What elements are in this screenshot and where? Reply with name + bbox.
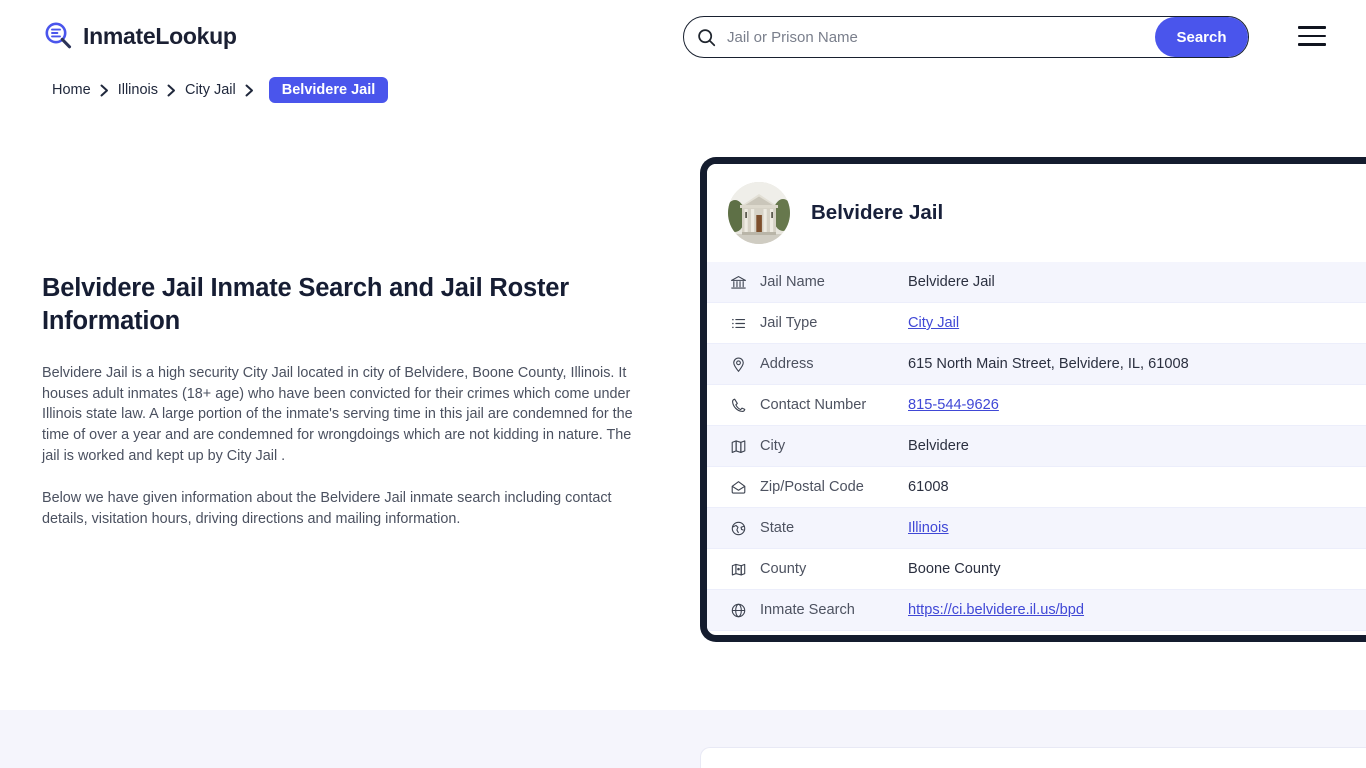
courthouse-building-photo	[728, 182, 790, 244]
description-paragraph-1: Belvidere Jail is a high security City J…	[42, 363, 637, 466]
jail-info-card-title: Belvidere Jail	[811, 201, 943, 225]
row-label: Jail Name	[760, 274, 908, 290]
next-section-card	[700, 747, 1366, 768]
row-value-link[interactable]: 815-544-9626	[908, 397, 999, 413]
hamburger-menu-icon[interactable]	[1298, 26, 1326, 46]
row-value-link[interactable]: Illinois	[908, 520, 949, 536]
jail-info-card-header: Belvidere Jail	[707, 164, 1366, 262]
article-column: Belvidere Jail Inmate Search and Jail Ro…	[42, 272, 642, 529]
site-header: InmateLookup Search	[0, 0, 1366, 72]
table-row: Inmate Search https://ci.belvidere.il.us…	[707, 590, 1366, 631]
breadcrumb-item-home[interactable]: Home	[52, 82, 91, 98]
phone-icon	[730, 397, 760, 414]
table-row: Jail Name Belvidere Jail	[707, 262, 1366, 303]
logo[interactable]: InmateLookup	[42, 20, 237, 52]
row-value: 615 North Main Street, Belvidere, IL, 61…	[908, 356, 1189, 372]
row-value: 61008	[908, 479, 949, 495]
page-title: Belvidere Jail Inmate Search and Jail Ro…	[42, 272, 572, 337]
search-list-icon	[42, 20, 74, 52]
row-value: Belvidere Jail	[908, 274, 995, 290]
chevron-right-icon	[158, 84, 185, 97]
row-value: Belvidere	[908, 438, 969, 454]
envelope-icon	[730, 479, 760, 496]
globe-www-icon	[730, 602, 760, 619]
table-row: Address 615 North Main Street, Belvidere…	[707, 344, 1366, 385]
row-label: County	[760, 561, 908, 577]
row-value-link[interactable]: City Jail	[908, 315, 959, 331]
bank-building-icon	[730, 274, 760, 291]
globe-pin-icon	[730, 520, 760, 537]
row-label: Address	[760, 356, 908, 372]
table-row: Zip/Postal Code 61008	[707, 467, 1366, 508]
table-row: City Belvidere	[707, 426, 1366, 467]
breadcrumb-item-illinois[interactable]: Illinois	[118, 82, 158, 98]
breadcrumb-item-city-jail[interactable]: City Jail	[185, 82, 236, 98]
search-icon	[689, 28, 723, 47]
jail-info-card: Belvidere Jail Jail Name Belvidere Jail	[700, 157, 1366, 642]
map-icon	[730, 438, 760, 455]
page-root: InmateLookup Search Home Illinois City J…	[0, 0, 1366, 768]
breadcrumb-item-current: Belvidere Jail	[269, 77, 389, 103]
location-pin-icon	[730, 356, 760, 373]
search-button[interactable]: Search	[1155, 17, 1248, 57]
row-label: City	[760, 438, 908, 454]
row-value: Boone County	[908, 561, 1001, 577]
search-input[interactable]	[723, 17, 1155, 57]
row-label: Inmate Search	[760, 602, 908, 618]
table-row: County Boone County	[707, 549, 1366, 590]
search-bar: Search	[683, 16, 1249, 58]
chevron-right-icon	[91, 84, 118, 97]
table-row: State Illinois	[707, 508, 1366, 549]
row-label: Jail Type	[760, 315, 908, 331]
chevron-right-icon	[236, 84, 263, 97]
row-label: Zip/Postal Code	[760, 479, 908, 495]
row-value-link[interactable]: https://ci.belvidere.il.us/bpd	[908, 602, 1084, 618]
map-marker-icon	[730, 561, 760, 578]
jail-info-table: Jail Name Belvidere Jail Jail Type City …	[707, 262, 1366, 631]
row-label: State	[760, 520, 908, 536]
description-paragraph-2: Below we have given information about th…	[42, 488, 637, 529]
row-label: Contact Number	[760, 397, 908, 413]
brand-name: InmateLookup	[83, 23, 237, 50]
breadcrumb: Home Illinois City Jail Belvidere Jail	[52, 77, 388, 103]
table-row: Contact Number 815-544-9626	[707, 385, 1366, 426]
list-icon	[730, 315, 760, 332]
table-row: Jail Type City Jail	[707, 303, 1366, 344]
